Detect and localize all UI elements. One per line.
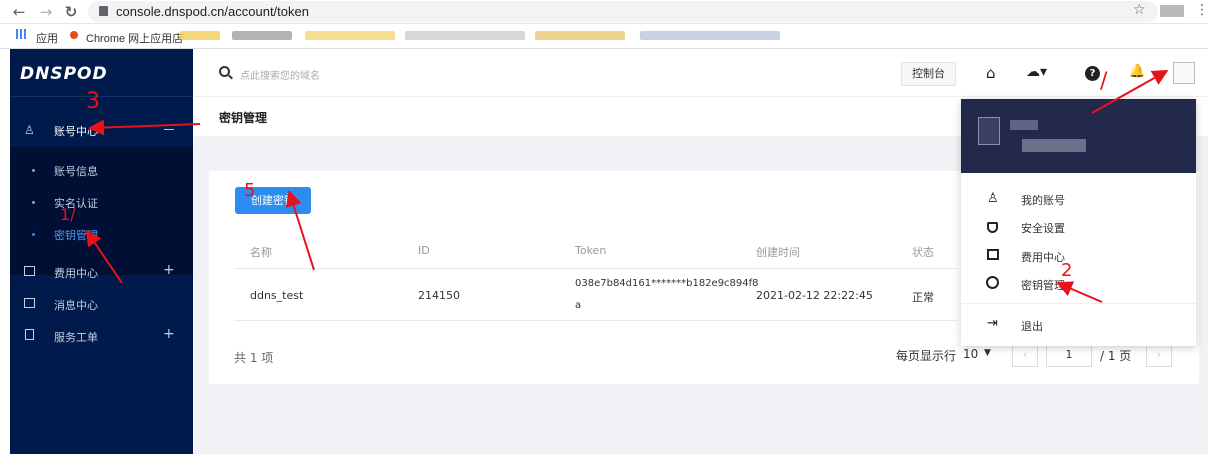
logout-icon: ⇥ bbox=[987, 316, 998, 331]
blurred-bookmark bbox=[180, 31, 220, 40]
blurred-username bbox=[1010, 120, 1038, 130]
page-total: / 1 页 bbox=[1100, 349, 1132, 363]
column-header-name: 名称 bbox=[250, 246, 272, 259]
column-header-token: Token bbox=[575, 244, 607, 257]
apps-icon[interactable] bbox=[16, 29, 26, 39]
blurred-bookmark bbox=[640, 31, 780, 40]
chevron-down-icon[interactable]: ▼ bbox=[984, 348, 991, 358]
bell-icon[interactable]: 🔔 bbox=[1129, 64, 1145, 79]
billing-icon bbox=[987, 249, 999, 260]
sidebar-item-account-info[interactable]: 账号信息 bbox=[54, 163, 98, 179]
reload-icon[interactable]: ↻ bbox=[62, 2, 80, 22]
menu-item-logout[interactable]: 退出 bbox=[1021, 318, 1043, 334]
row-status: 正常 bbox=[912, 291, 934, 304]
url-text: console.dnspod.cn/account/token bbox=[116, 4, 309, 19]
bullet-icon bbox=[32, 201, 35, 204]
billing-icon bbox=[24, 266, 35, 276]
dropdown-divider bbox=[961, 303, 1196, 304]
cloud-icon[interactable]: ☁▾ bbox=[1026, 64, 1047, 80]
row-name: ddns_test bbox=[250, 289, 304, 302]
menu-icon[interactable]: ⋮ bbox=[1195, 2, 1208, 18]
page-title: 密钥管理 bbox=[219, 111, 268, 125]
help-icon[interactable]: ? bbox=[1085, 66, 1100, 81]
bullet-icon bbox=[32, 169, 35, 172]
menu-item-key-mgmt[interactable]: 密钥管理 bbox=[1021, 277, 1065, 293]
star-icon[interactable]: ☆ bbox=[1133, 2, 1146, 18]
sidebar-item-tickets[interactable]: 服务工单 bbox=[54, 329, 98, 345]
expand-icon[interactable]: + bbox=[163, 262, 175, 278]
per-page-label: 每页显示行 bbox=[896, 349, 957, 363]
per-page-select[interactable]: 10 bbox=[963, 347, 978, 361]
prev-page-button[interactable]: ‹ bbox=[1012, 343, 1038, 367]
expand-icon[interactable]: + bbox=[163, 326, 175, 342]
column-header-created: 创建时间 bbox=[756, 246, 800, 259]
next-page-button[interactable]: › bbox=[1146, 343, 1172, 367]
bullet-icon bbox=[32, 233, 35, 236]
divider bbox=[10, 96, 193, 97]
back-icon[interactable]: ← bbox=[10, 2, 28, 22]
menu-item-security[interactable]: 安全设置 bbox=[1021, 220, 1065, 236]
lock-icon bbox=[99, 6, 108, 16]
row-token-line1: 038e7b84d161*******b182e9c894f8 bbox=[575, 278, 759, 289]
avatar[interactable] bbox=[1173, 62, 1195, 84]
chrome-store-icon bbox=[70, 31, 78, 39]
page-input[interactable]: 1 bbox=[1046, 343, 1092, 367]
blurred-account bbox=[1022, 139, 1086, 152]
table-divider bbox=[234, 268, 958, 269]
profile-icon[interactable] bbox=[1160, 5, 1184, 17]
menu-item-my-account[interactable]: 我的账号 bbox=[1021, 192, 1065, 208]
blurred-bookmark bbox=[232, 31, 292, 40]
shield-icon bbox=[987, 222, 998, 233]
sidebar-item-billing[interactable]: 费用中心 bbox=[54, 265, 98, 281]
top-header bbox=[193, 49, 1208, 97]
bookmark-chrome-store[interactable]: Chrome 网上应用店 bbox=[86, 30, 183, 46]
avatar bbox=[978, 117, 1000, 145]
console-button[interactable]: 控制台 bbox=[901, 62, 956, 86]
user-icon: ♙ bbox=[24, 123, 35, 137]
bookmark-apps[interactable]: 应用 bbox=[36, 30, 58, 46]
sidebar-item-account-center[interactable]: 账号中心 bbox=[54, 123, 98, 139]
home-icon[interactable]: ⌂ bbox=[986, 64, 996, 82]
key-icon bbox=[986, 276, 999, 289]
search-input[interactable]: 点此搜索您的域名 bbox=[240, 67, 320, 82]
message-icon bbox=[24, 298, 35, 308]
table-divider bbox=[234, 320, 958, 321]
row-created: 2021-02-12 22:22:45 bbox=[756, 289, 873, 302]
sidebar-item-realname[interactable]: 实名认证 bbox=[54, 195, 98, 211]
menu-item-billing[interactable]: 费用中心 bbox=[1021, 249, 1065, 265]
total-count: 共 1 项 bbox=[234, 351, 274, 365]
collapse-icon[interactable] bbox=[164, 129, 174, 130]
column-header-status: 状态 bbox=[912, 246, 934, 259]
ticket-icon bbox=[25, 329, 34, 340]
blurred-bookmark bbox=[405, 31, 525, 40]
sidebar-item-messages[interactable]: 消息中心 bbox=[54, 297, 98, 313]
create-key-button[interactable]: 创建密钥 bbox=[235, 187, 311, 214]
blurred-bookmark bbox=[305, 31, 395, 40]
column-header-id: ID bbox=[418, 244, 430, 257]
sidebar-submenu bbox=[10, 147, 193, 275]
blurred-bookmark bbox=[535, 31, 625, 40]
row-token-line2: a bbox=[575, 300, 582, 311]
logo: DNSPOD bbox=[20, 64, 108, 84]
row-id: 214150 bbox=[418, 289, 460, 302]
user-icon: ♙ bbox=[987, 191, 999, 206]
sidebar-item-key-mgmt[interactable]: 密钥管理 bbox=[54, 227, 98, 243]
forward-icon[interactable]: → bbox=[37, 2, 55, 22]
